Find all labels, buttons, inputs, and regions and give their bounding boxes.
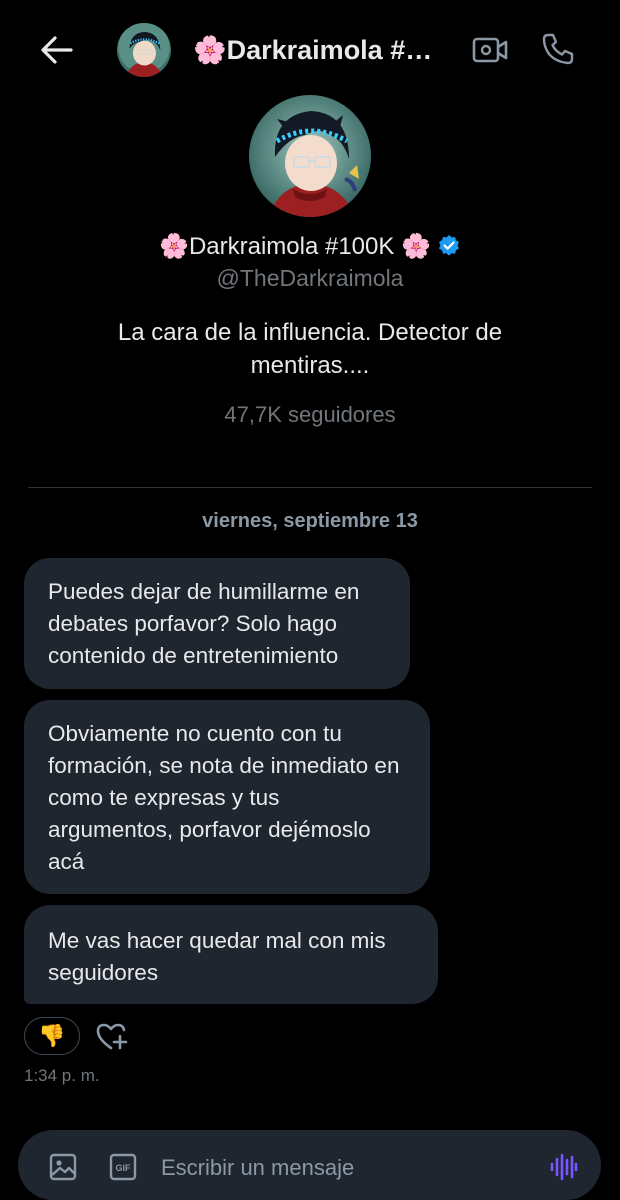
- header-contact-name[interactable]: 🌸Darkraimola #100K 🌸: [193, 30, 443, 70]
- gif-icon: GIF: [109, 1153, 137, 1181]
- arrow-left-icon: [41, 36, 73, 64]
- image-button[interactable]: [48, 1152, 78, 1182]
- voice-message-button[interactable]: [546, 1150, 580, 1184]
- video-call-button[interactable]: [469, 30, 511, 70]
- message-bubble[interactable]: Obviamente no cuento con tu formación, s…: [24, 700, 430, 894]
- profile-name[interactable]: 🌸Darkraimola #100K 🌸: [159, 232, 431, 261]
- divider: [28, 487, 592, 488]
- verified-badge-icon: [437, 234, 461, 258]
- svg-text:GIF: GIF: [116, 1163, 132, 1173]
- voice-call-button[interactable]: [537, 28, 579, 70]
- message-input[interactable]: [159, 1150, 533, 1186]
- image-icon: [49, 1153, 77, 1181]
- reaction-thumbs-down[interactable]: 👎: [24, 1017, 80, 1055]
- profile-handle[interactable]: @TheDarkraimola: [0, 263, 620, 293]
- back-button[interactable]: [36, 30, 76, 70]
- heart-plus-icon: [96, 1023, 128, 1050]
- profile-summary: 🌸Darkraimola #100K 🌸 @TheDarkraimola La …: [0, 95, 620, 428]
- chat-header: 🌸Darkraimola #100K 🌸: [0, 0, 620, 100]
- message-bubble[interactable]: Puedes dejar de humillarme en debates po…: [24, 558, 410, 689]
- profile-avatar[interactable]: [249, 95, 371, 217]
- message-composer: GIF: [18, 1130, 601, 1200]
- voice-wave-icon: [550, 1153, 578, 1181]
- add-reaction-button[interactable]: [94, 1020, 130, 1054]
- video-camera-icon: [472, 37, 508, 63]
- profile-followers[interactable]: 47,7K seguidores: [0, 402, 620, 428]
- gif-button[interactable]: GIF: [108, 1152, 138, 1182]
- profile-name-row: 🌸Darkraimola #100K 🌸: [0, 229, 620, 263]
- date-separator: viernes, septiembre 13: [202, 510, 418, 532]
- phone-icon: [542, 33, 574, 65]
- thumbs-down-icon: 👎: [38, 1023, 66, 1048]
- header-avatar[interactable]: [117, 23, 171, 77]
- message-bubble[interactable]: Me vas hacer quedar mal con mis seguidor…: [24, 905, 438, 1004]
- message-timestamp: 1:34 p. m.: [24, 1066, 100, 1085]
- profile-bio: La cara de la influencia. Detector de me…: [117, 319, 503, 379]
